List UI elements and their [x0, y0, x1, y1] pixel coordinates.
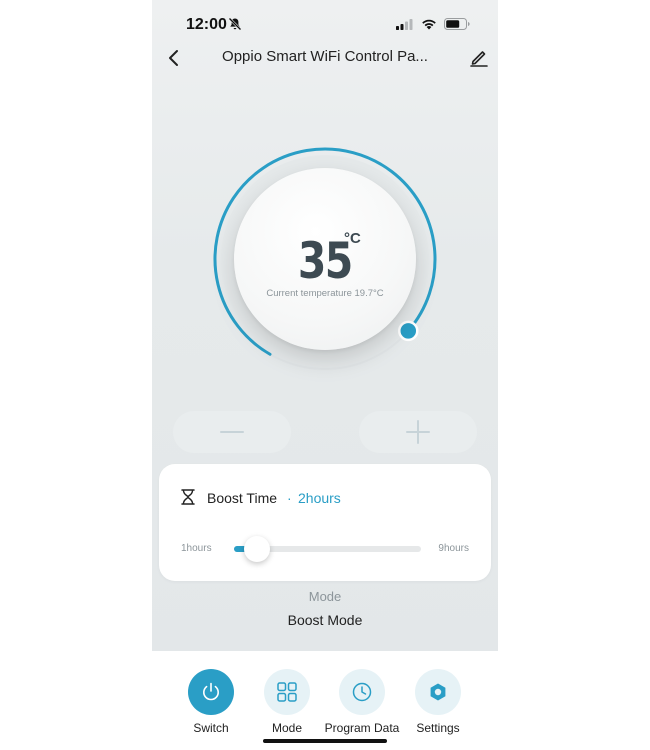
boost-time-card: Boost Time · 2hours 1hours 9hours	[159, 464, 491, 581]
mode-caption: Mode	[308, 589, 342, 604]
increase-temperature-button[interactable]	[359, 411, 477, 453]
status-time: 12:00	[186, 16, 227, 33]
tab-label-settings: Settings	[416, 721, 460, 735]
plus-icon	[406, 420, 430, 444]
tab-switch[interactable]: Switch	[171, 669, 251, 735]
minus-icon	[220, 431, 244, 433]
tab-program-data[interactable]: Program Data	[322, 669, 402, 735]
tab-label-program-data: Program Data	[324, 721, 400, 735]
setpoint-unit: °C	[344, 230, 361, 247]
hourglass-icon	[181, 489, 195, 505]
edit-pencil-icon[interactable]	[468, 46, 490, 68]
decrease-temperature-button[interactable]	[173, 411, 291, 453]
boost-time-label: Boost Time	[207, 490, 278, 506]
settings-button[interactable]	[415, 669, 461, 715]
thermostat-panel: 12:00 Oppio Smart WiFi Control Pa... 35 …	[152, 0, 498, 651]
current-temperature-label: Current temperature 19.7°C	[266, 288, 384, 299]
battery-icon	[444, 18, 470, 30]
boost-time-value: 2hours	[298, 490, 341, 506]
mode-button[interactable]	[264, 669, 310, 715]
mode-value: Boost Mode	[287, 612, 363, 628]
boost-separator: ·	[287, 490, 292, 506]
phone-screen: 12:00 Oppio Smart WiFi Control Pa... 35 …	[152, 0, 498, 750]
signal-icon	[396, 18, 413, 30]
tab-label-switch: Switch	[193, 721, 229, 735]
tab-settings[interactable]: Settings	[398, 669, 478, 735]
tab-label-mode: Mode	[271, 721, 303, 735]
setpoint-display: 35 °C	[234, 230, 416, 290]
slider-thumb[interactable]	[244, 536, 271, 562]
settings-hexagon-icon	[430, 683, 446, 701]
dial-knob[interactable]	[398, 320, 419, 342]
grid-icon	[277, 682, 297, 702]
power-icon	[203, 682, 219, 701]
dial-face: 35 °C Current temperature 19.7°C	[234, 168, 416, 350]
bell-slash-icon	[228, 17, 242, 31]
slider-min-label: 1hours	[181, 543, 212, 554]
page-title: Oppio Smart WiFi Control Pa...	[222, 48, 428, 65]
home-indicator	[263, 739, 387, 743]
wifi-icon	[422, 19, 436, 30]
back-button[interactable]	[162, 46, 186, 70]
status-icons	[396, 18, 470, 30]
switch-button[interactable]	[188, 669, 234, 715]
slider-max-label: 9hours	[438, 543, 469, 554]
clock-icon	[352, 682, 372, 702]
program-data-button[interactable]	[339, 669, 385, 715]
boost-slider[interactable]	[234, 536, 421, 562]
tab-mode[interactable]: Mode	[247, 669, 327, 735]
